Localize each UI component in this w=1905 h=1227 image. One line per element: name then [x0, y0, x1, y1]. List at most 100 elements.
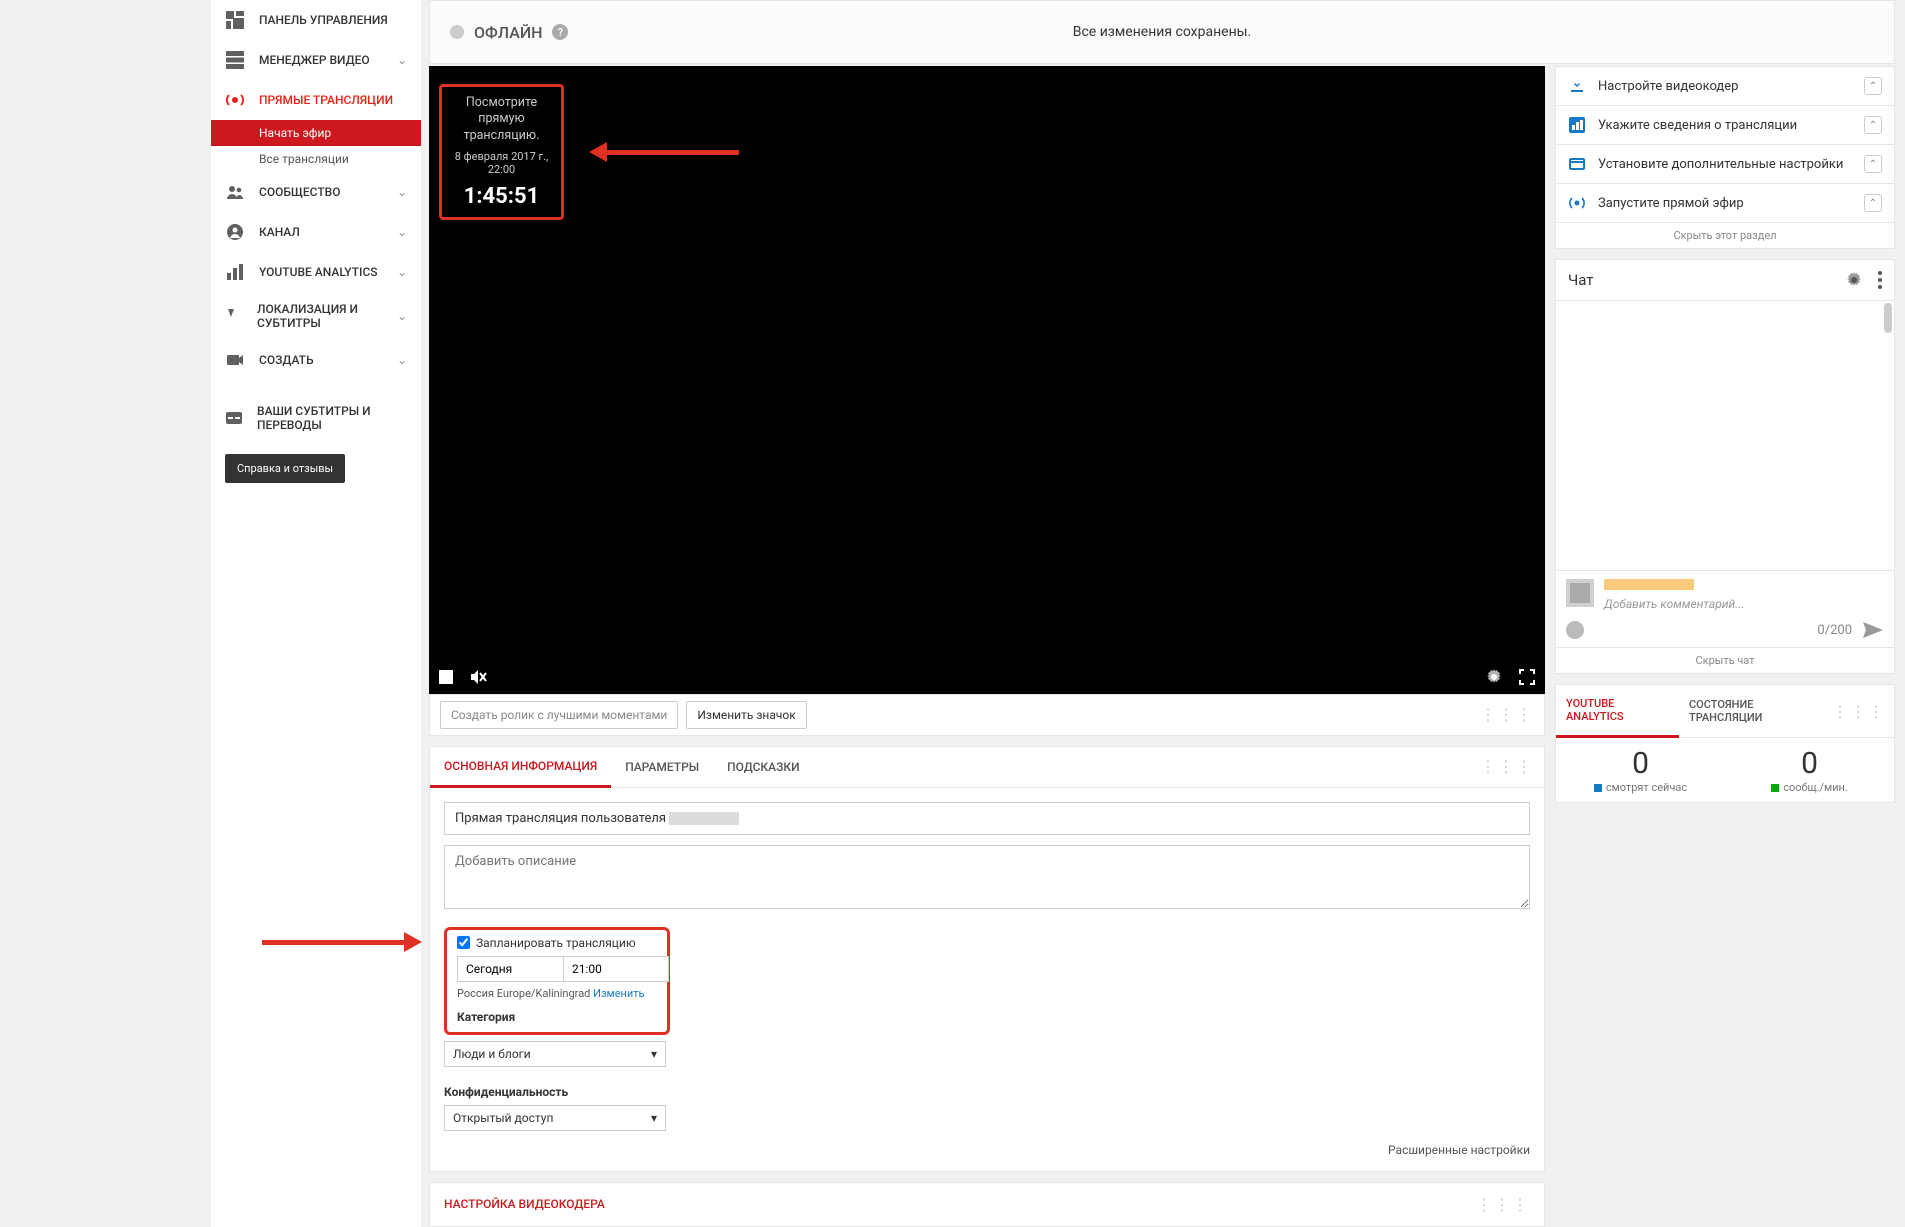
chevron-down-icon: ▾ [651, 1111, 657, 1125]
setup-step-2[interactable]: Укажите сведения о трансляции ⌃ [1555, 106, 1895, 145]
expand-icon[interactable]: ⌃ [1864, 116, 1882, 134]
create-highlights-button[interactable]: Создать ролик с лучшими моментами [440, 701, 678, 729]
drag-handle-icon[interactable]: ⋮⋮⋮ [1480, 757, 1534, 776]
sidebar-item-create[interactable]: СОЗДАТЬ ⌄ [211, 340, 421, 380]
translate-icon [225, 306, 243, 326]
sidebar-subitem-all-live[interactable]: Все трансляции [211, 146, 421, 172]
encoder-card[interactable]: НАСТРОЙКА ВИДЕОКОДЕРА ⋮⋮⋮ [429, 1182, 1545, 1227]
chevron-down-icon: ⌄ [397, 185, 407, 199]
help-icon[interactable]: ? [552, 24, 568, 40]
drag-handle-icon[interactable]: ⋮⋮⋮ [1480, 705, 1534, 724]
schedule-block: Запланировать трансляцию Россия Europe/K… [444, 927, 670, 1035]
chevron-down-icon: ▾ [651, 1047, 657, 1061]
help-feedback-button[interactable]: Справка и отзывы [225, 454, 345, 483]
date-input[interactable] [457, 956, 563, 982]
sidebar-item-label: ВАШИ СУБТИТРЫ И ПЕРЕВОДЫ [257, 404, 407, 432]
sidebar-item-captions[interactable]: ВАШИ СУБТИТРЫ И ПЕРЕВОДЫ [211, 394, 421, 442]
live-icon [225, 90, 245, 110]
time-input[interactable] [563, 956, 669, 982]
chevron-down-icon: ⌄ [397, 53, 407, 67]
stream-info-card: ОСНОВНАЯ ИНФОРМАЦИЯ ПАРАМЕТРЫ ПОДСКАЗКИ … [429, 746, 1545, 1172]
encoder-title: НАСТРОЙКА ВИДЕОКОДЕРА [444, 1197, 605, 1211]
analytics-icon [225, 262, 245, 282]
privacy-select[interactable]: Открытый доступ ▾ [444, 1105, 666, 1131]
download-icon [1568, 77, 1586, 95]
step-label: Запустите прямой эфир [1598, 196, 1744, 211]
drag-handle-icon[interactable]: ⋮⋮⋮ [1832, 702, 1886, 721]
title-prefix: Прямая трансляция пользователя [455, 811, 669, 826]
analytics-card: YOUTUBE ANALYTICS СОСТОЯНИЕ ТРАНСЛЯЦИИ ⋮… [1555, 684, 1895, 803]
annotation-arrow [579, 146, 739, 158]
chat-messages[interactable] [1555, 301, 1895, 571]
expand-icon[interactable]: ⌃ [1864, 194, 1882, 212]
sidebar-item-label: ЛОКАЛИЗАЦИЯ И СУБТИТРЫ [257, 302, 383, 330]
chat-input[interactable]: Добавить комментарий... [1604, 597, 1884, 611]
schedule-checkbox-row[interactable]: Запланировать трансляцию [457, 936, 657, 950]
video-player[interactable]: Посмотрите прямую трансляцию. 8 февраля … [429, 66, 1545, 694]
stat-viewers-value: 0 [1560, 746, 1721, 781]
title-input[interactable]: Прямая трансляция пользователя [444, 802, 1530, 835]
chat-header: Чат [1555, 259, 1895, 301]
char-counter: 0/200 [1817, 623, 1852, 638]
sidebar-live-submenu: Начать эфир Все трансляции [211, 120, 421, 172]
privacy-value: Открытый доступ [453, 1111, 553, 1125]
sidebar-item-localization[interactable]: ЛОКАЛИЗАЦИЯ И СУБТИТРЫ ⌄ [211, 292, 421, 340]
emoji-icon[interactable] [1566, 621, 1584, 639]
expand-icon[interactable]: ⌃ [1864, 155, 1882, 173]
stat-messages-label: сообщ./мин. [1783, 781, 1848, 794]
sidebar-item-dashboard[interactable]: ПАНЕЛЬ УПРАВЛЕНИЯ [211, 0, 421, 40]
setup-step-4[interactable]: Запустите прямой эфир ⌃ [1555, 184, 1895, 223]
drag-handle-icon[interactable]: ⋮⋮⋮ [1476, 1195, 1530, 1214]
expand-icon[interactable]: ⌃ [1864, 77, 1882, 95]
setup-step-1[interactable]: Настройте видеокодер ⌃ [1555, 66, 1895, 106]
channel-icon [225, 222, 245, 242]
sidebar-item-channel[interactable]: КАНАЛ ⌄ [211, 212, 421, 252]
chat-more-icon[interactable] [1878, 271, 1882, 289]
setup-step-3[interactable]: Установите дополнительные настройки ⌃ [1555, 145, 1895, 184]
tab-stream-health[interactable]: СОСТОЯНИЕ ТРАНСЛЯЦИИ [1679, 686, 1832, 736]
category-label: Категория [457, 1010, 657, 1024]
step-label: Укажите сведения о трансляции [1598, 118, 1797, 133]
sidebar-item-label: ПРЯМЫЕ ТРАНСЛЯЦИИ [259, 93, 393, 107]
tab-params[interactable]: ПАРАМЕТРЫ [611, 748, 713, 786]
tab-hints[interactable]: ПОДСКАЗКИ [713, 748, 813, 786]
mute-icon[interactable] [469, 668, 487, 686]
community-icon [225, 182, 245, 202]
status-bar: ОФЛАЙН ? Все изменения сохранены. [429, 0, 1895, 64]
tab-youtube-analytics[interactable]: YOUTUBE ANALYTICS [1556, 685, 1679, 738]
stat-messages: 0 сообщ./мин. [1725, 738, 1894, 802]
tab-basic-info[interactable]: ОСНОВНАЯ ИНФОРМАЦИЯ [430, 747, 611, 788]
advanced-settings-link[interactable]: Расширенные настройки [444, 1143, 1530, 1157]
chat-settings-icon[interactable] [1844, 270, 1864, 290]
scrollbar[interactable] [1884, 303, 1892, 333]
avatar [1566, 579, 1594, 607]
sidebar-item-label: СОЗДАТЬ [259, 353, 314, 367]
redacted-username [669, 812, 739, 825]
sidebar-subitem-start-live[interactable]: Начать эфир [211, 120, 421, 146]
settings-step-icon [1568, 155, 1586, 173]
sidebar-item-live[interactable]: ПРЯМЫЕ ТРАНСЛЯЦИИ [211, 80, 421, 120]
player-controls [429, 660, 1545, 694]
sidebar-item-analytics[interactable]: YOUTUBE ANALYTICS ⌄ [211, 252, 421, 292]
sidebar-item-video-manager[interactable]: МЕНЕДЖЕР ВИДЕО ⌄ [211, 40, 421, 80]
step-label: Настройте видеокодер [1598, 79, 1738, 94]
sidebar-item-community[interactable]: СООБЩЕСТВО ⌄ [211, 172, 421, 212]
hide-chat-link[interactable]: Скрыть чат [1555, 648, 1895, 674]
status-dot-icon [450, 25, 464, 39]
timezone-change-link[interactable]: Изменить [593, 987, 644, 1000]
category-select[interactable]: Люди и блоги ▾ [444, 1041, 666, 1067]
hide-setup-link[interactable]: Скрыть этот раздел [1555, 223, 1895, 249]
schedule-checkbox[interactable] [457, 936, 470, 949]
annotation-arrow [262, 936, 432, 948]
sidebar-item-label: МЕНЕДЖЕР ВИДЕО [259, 53, 370, 67]
captions-icon [225, 408, 243, 428]
sidebar-item-label: СООБЩЕСТВО [259, 185, 340, 199]
countdown-datetime: 8 февраля 2017 г., 22:00 [446, 150, 557, 176]
go-live-icon [1568, 194, 1586, 212]
change-thumbnail-button[interactable]: Изменить значок [686, 701, 806, 729]
stop-icon[interactable] [439, 670, 453, 684]
settings-icon[interactable] [1485, 668, 1503, 686]
fullscreen-icon[interactable] [1519, 669, 1535, 685]
send-icon[interactable] [1862, 621, 1884, 639]
description-input[interactable] [444, 845, 1530, 909]
